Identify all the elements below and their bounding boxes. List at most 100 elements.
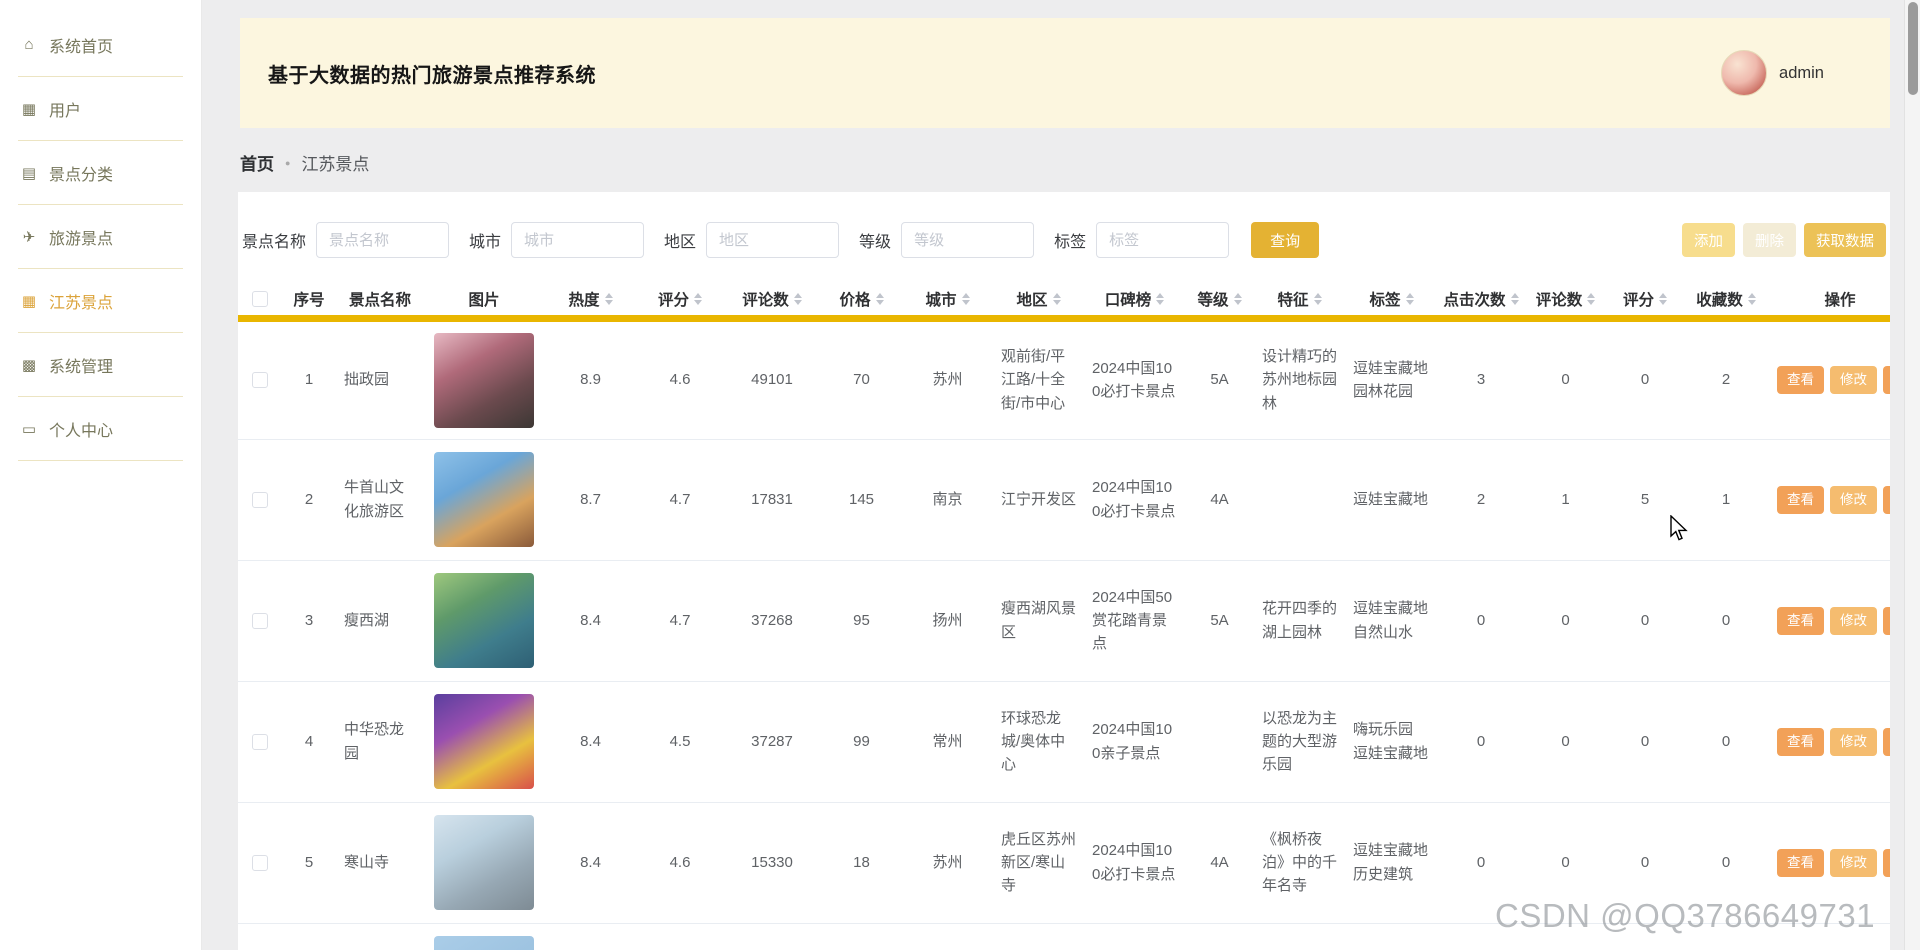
search-button[interactable]: 查询	[1251, 222, 1319, 258]
column-header-tags[interactable]: 标签	[1345, 284, 1438, 318]
sort-arrows-icon[interactable]	[605, 293, 613, 305]
sort-desc-icon[interactable]	[1659, 300, 1667, 305]
sort-arrows-icon[interactable]	[794, 293, 802, 305]
sort-asc-icon[interactable]	[1053, 293, 1061, 298]
sort-arrows-icon[interactable]	[1314, 293, 1322, 305]
row-checkbox[interactable]	[252, 855, 268, 871]
column-header-comment_count[interactable]: 评论数	[1524, 284, 1607, 318]
sort-asc-icon[interactable]	[876, 293, 884, 298]
edit-button[interactable]: 修改	[1830, 728, 1877, 756]
user-menu[interactable]: admin	[1721, 50, 1824, 96]
sort-asc-icon[interactable]	[605, 293, 613, 298]
sort-desc-icon[interactable]	[1234, 300, 1242, 305]
edit-button[interactable]: 修改	[1830, 486, 1877, 514]
edit-button[interactable]: 修改	[1830, 607, 1877, 635]
city-input[interactable]	[511, 222, 644, 258]
level-input[interactable]	[901, 222, 1034, 258]
delete-row-button[interactable]: 删除	[1883, 366, 1890, 394]
sort-desc-icon[interactable]	[1511, 300, 1519, 305]
column-header-clicks[interactable]: 点击次数	[1438, 284, 1524, 318]
view-button[interactable]: 查看	[1777, 849, 1824, 877]
sort-desc-icon[interactable]	[694, 300, 702, 305]
view-button[interactable]: 查看	[1777, 366, 1824, 394]
sort-asc-icon[interactable]	[1748, 293, 1756, 298]
sort-arrows-icon[interactable]	[1511, 293, 1519, 305]
sidebar-item-home[interactable]: ⌂系统首页	[18, 13, 183, 77]
view-button[interactable]: 查看	[1777, 728, 1824, 756]
sort-asc-icon[interactable]	[794, 293, 802, 298]
column-header-city[interactable]: 城市	[902, 284, 993, 318]
sort-arrows-icon[interactable]	[1156, 293, 1164, 305]
column-header-rank_list[interactable]: 口碑榜	[1084, 284, 1185, 318]
sort-desc-icon[interactable]	[1748, 300, 1756, 305]
sort-asc-icon[interactable]	[1659, 293, 1667, 298]
row-checkbox[interactable]	[252, 492, 268, 508]
sort-asc-icon[interactable]	[1406, 293, 1414, 298]
sort-desc-icon[interactable]	[876, 300, 884, 305]
row-checkbox[interactable]	[252, 734, 268, 750]
sort-desc-icon[interactable]	[1156, 300, 1164, 305]
column-header-level[interactable]: 等级	[1185, 284, 1254, 318]
attraction-name-input[interactable]	[316, 222, 449, 258]
sort-arrows-icon[interactable]	[1659, 293, 1667, 305]
district-input[interactable]	[706, 222, 839, 258]
sort-asc-icon[interactable]	[694, 293, 702, 298]
sort-desc-icon[interactable]	[605, 300, 613, 305]
column-header-district[interactable]: 地区	[993, 284, 1084, 318]
column-header-price[interactable]: 价格	[821, 284, 902, 318]
delete-row-button[interactable]: 删除	[1883, 607, 1890, 635]
sidebar-item-tourist-attractions[interactable]: ✈旅游景点	[18, 205, 183, 269]
sort-desc-icon[interactable]	[1406, 300, 1414, 305]
sort-desc-icon[interactable]	[1314, 300, 1322, 305]
row-checkbox[interactable]	[252, 372, 268, 388]
sort-arrows-icon[interactable]	[962, 293, 970, 305]
sort-arrows-icon[interactable]	[1053, 293, 1061, 305]
sort-arrows-icon[interactable]	[876, 293, 884, 305]
sort-arrows-icon[interactable]	[1748, 293, 1756, 305]
column-header-rating[interactable]: 评分	[1607, 284, 1683, 318]
sort-asc-icon[interactable]	[962, 293, 970, 298]
sort-arrows-icon[interactable]	[1587, 293, 1595, 305]
select-all-checkbox[interactable]	[252, 291, 268, 307]
column-header-reviews[interactable]: 评论数	[723, 284, 821, 318]
tag-input[interactable]	[1096, 222, 1229, 258]
edit-button[interactable]: 修改	[1830, 849, 1877, 877]
sort-arrows-icon[interactable]	[1406, 293, 1414, 305]
view-button[interactable]: 查看	[1777, 607, 1824, 635]
column-header-favorites[interactable]: 收藏数	[1683, 284, 1769, 318]
column-header-hot[interactable]: 热度	[544, 284, 637, 318]
sort-desc-icon[interactable]	[962, 300, 970, 305]
sort-arrows-icon[interactable]	[694, 293, 702, 305]
delete-button[interactable]: 删除	[1743, 223, 1796, 257]
breadcrumb-home[interactable]: 首页	[240, 150, 274, 175]
scrollbar-thumb[interactable]	[1908, 2, 1918, 95]
sort-asc-icon[interactable]	[1511, 293, 1519, 298]
avatar[interactable]	[1721, 50, 1767, 96]
attraction-image	[434, 333, 534, 428]
sort-asc-icon[interactable]	[1156, 293, 1164, 298]
sidebar-item-users[interactable]: ▦用户	[18, 77, 183, 141]
view-button[interactable]: 查看	[1777, 486, 1824, 514]
sort-desc-icon[interactable]	[794, 300, 802, 305]
sort-desc-icon[interactable]	[1053, 300, 1061, 305]
delete-row-button[interactable]: 删除	[1883, 486, 1890, 514]
edit-button[interactable]: 修改	[1830, 366, 1877, 394]
sort-arrows-icon[interactable]	[1234, 293, 1242, 305]
column-header-feature[interactable]: 特征	[1254, 284, 1345, 318]
column-header-score[interactable]: 评分	[637, 284, 723, 318]
sort-asc-icon[interactable]	[1587, 293, 1595, 298]
delete-row-button[interactable]: 删除	[1883, 728, 1890, 756]
sidebar-item-system-management[interactable]: ▩系统管理	[18, 333, 183, 397]
row-checkbox[interactable]	[252, 613, 268, 629]
delete-row-button[interactable]: 删除	[1883, 849, 1890, 877]
page-scrollbar[interactable]	[1904, 0, 1920, 950]
sort-asc-icon[interactable]	[1314, 293, 1322, 298]
sort-asc-icon[interactable]	[1234, 293, 1242, 298]
sidebar-item-attraction-category[interactable]: ▤景点分类	[18, 141, 183, 205]
sidebar-item-personal-center[interactable]: ▭个人中心	[18, 397, 183, 461]
sort-desc-icon[interactable]	[1587, 300, 1595, 305]
add-button[interactable]: 添加	[1682, 223, 1735, 257]
table-header-row: 序号景点名称图片热度评分评论数价格城市地区口碑榜等级特征标签点击次数评论数评分收…	[238, 284, 1890, 318]
fetch-data-button[interactable]: 获取数据	[1804, 223, 1886, 257]
sidebar-item-jiangsu-attractions[interactable]: ▦江苏景点	[18, 269, 183, 333]
